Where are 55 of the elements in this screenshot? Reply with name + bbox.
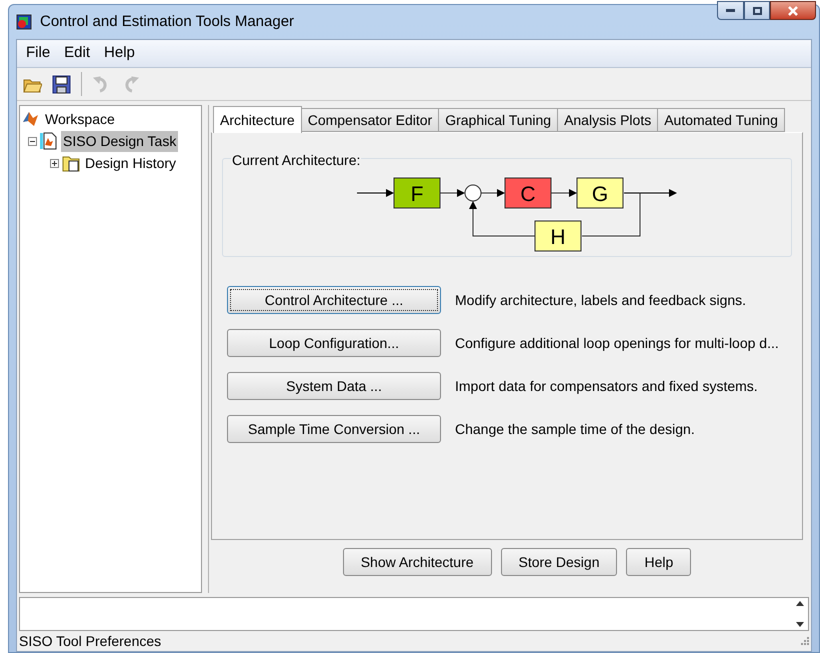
tab[interactable]: Graphical Tuning	[438, 108, 558, 132]
block[interactable]	[576, 178, 624, 208]
action-button[interactable]: Loop Configuration...	[227, 329, 441, 357]
block[interactable]	[504, 178, 552, 208]
block-label: G	[592, 183, 608, 206]
document-icon	[40, 132, 58, 150]
feedback-arrow	[469, 201, 536, 236]
action-description: Modify architecture, labels and feedback signs.	[455, 290, 746, 310]
action-description: Import data for compensators and fixed systems.	[455, 376, 758, 396]
minimize-icon	[726, 9, 735, 12]
tree-item[interactable]: SISO Design Task	[61, 130, 178, 152]
minimize-button[interactable]	[717, 1, 744, 20]
action-button[interactable]: System Data ...	[227, 372, 441, 400]
block-label: H	[550, 226, 566, 249]
scroll-down-icon[interactable]	[796, 622, 804, 627]
tree-item[interactable]: Design History	[83, 152, 178, 174]
scroll-up-icon[interactable]	[796, 601, 804, 606]
signal-arrow	[624, 189, 677, 197]
save-icon[interactable]	[52, 74, 71, 94]
folder-icon	[62, 154, 80, 172]
block-label: C	[520, 183, 536, 206]
collapse-icon[interactable]	[28, 136, 37, 146]
action-button[interactable]: Control Architecture ...	[227, 286, 441, 314]
tab[interactable]: Compensator Editor	[300, 108, 440, 132]
membrane-icon	[22, 110, 40, 128]
window-title: Control and Estimation Tools Manager	[40, 12, 294, 32]
tab[interactable]: Architecture	[213, 106, 302, 133]
action-description: Change the sample time of the design.	[455, 420, 695, 439]
status-text[interactable]: SISO Tool Preferences	[19, 630, 162, 652]
signal-arrow	[550, 189, 577, 197]
close-icon	[787, 6, 799, 16]
action-button[interactable]: Sample Time Conversion ...	[227, 415, 441, 443]
tab[interactable]: Analysis Plots	[557, 108, 658, 132]
tab[interactable]: Automated Tuning	[657, 108, 785, 132]
dialog-button[interactable]: Help	[626, 548, 692, 576]
signal-arrow	[357, 189, 394, 197]
summing-junction	[464, 184, 482, 202]
action-description: Configure additional loop openings for multi-loop d...	[455, 334, 779, 353]
menu-item[interactable]: File	[21, 42, 56, 65]
maximize-icon	[752, 6, 762, 14]
dialog-button[interactable]: Store Design	[500, 548, 618, 576]
expand-icon[interactable]	[50, 158, 59, 168]
close-button[interactable]	[770, 1, 816, 20]
dialog-button[interactable]: Show Architecture	[342, 548, 492, 576]
block[interactable]	[534, 220, 582, 252]
menu-item[interactable]: Help	[99, 42, 140, 65]
tree-item[interactable]: Workspace	[43, 108, 117, 130]
block[interactable]	[394, 178, 440, 208]
menu-item[interactable]: Edit	[59, 42, 96, 65]
resize-grip-icon[interactable]	[801, 637, 809, 645]
app-icon	[16, 14, 32, 30]
block-label: F	[410, 183, 424, 206]
signal-arrow	[440, 189, 465, 197]
signal-arrow	[480, 189, 505, 197]
maximize-button[interactable]	[744, 1, 770, 20]
